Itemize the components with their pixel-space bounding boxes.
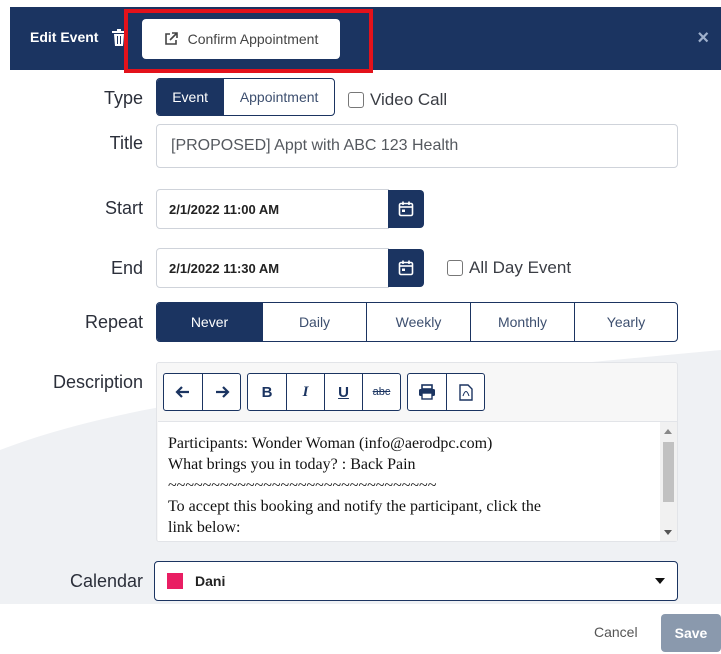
description-line: ~~~~~~~~~~~~~~~~~~~~~~~~~~~~~~~ — [168, 477, 437, 494]
end-date-input[interactable]: 2/1/2022 11:30 AM — [156, 248, 389, 288]
description-editor: B I U abc Participants: Wonder Woman (in… — [156, 362, 678, 542]
print-button[interactable] — [408, 374, 446, 410]
bold-button[interactable]: B — [248, 374, 286, 410]
repeat-option-yearly[interactable]: Yearly — [574, 303, 677, 341]
calendar-select[interactable]: Dani — [154, 561, 678, 601]
calendar-label: Calendar — [69, 571, 143, 591]
scroll-down-arrow-icon[interactable] — [664, 530, 672, 535]
video-call-label: Video Call — [370, 90, 448, 109]
redo-icon — [215, 386, 230, 398]
repeat-label: Repeat — [84, 312, 143, 332]
title-label: Title — [109, 133, 143, 153]
save-button[interactable]: Save — [661, 614, 721, 652]
description-line: What brings you in today? : Back Pain — [168, 456, 416, 473]
calendar-icon — [398, 260, 414, 276]
type-option-appointment[interactable]: Appointment — [223, 79, 334, 115]
type-option-event[interactable]: Event — [157, 79, 224, 115]
video-call-checkbox[interactable] — [348, 92, 364, 108]
cancel-button[interactable]: Cancel — [594, 624, 638, 640]
format-group: B I U abc — [247, 373, 401, 411]
history-group — [163, 373, 241, 411]
description-label: Description — [52, 372, 143, 392]
start-calendar-button[interactable] — [388, 190, 424, 228]
dialog-footer: Cancel Save — [10, 604, 721, 654]
all-day-checkbox[interactable] — [447, 260, 463, 276]
type-label: Type — [103, 88, 143, 108]
italic-button[interactable]: I — [286, 374, 324, 410]
close-icon[interactable]: × — [697, 27, 709, 50]
title-input[interactable]: [PROPOSED] Appt with ABC 123 Health — [156, 124, 678, 168]
dialog-title: Edit Event — [30, 29, 99, 45]
scroll-thumb[interactable] — [663, 442, 674, 502]
type-toggle: Event Appointment — [156, 78, 335, 116]
redo-button[interactable] — [202, 374, 240, 410]
chevron-down-icon — [655, 578, 665, 584]
all-day-label: All Day Event — [469, 258, 572, 277]
undo-icon — [175, 386, 189, 398]
repeat-option-weekly[interactable]: Weekly — [366, 303, 470, 341]
strikethrough-button[interactable]: abc — [362, 374, 400, 410]
start-date-input[interactable]: 2/1/2022 11:00 AM — [156, 189, 389, 229]
all-day-option[interactable]: All Day Event — [447, 258, 571, 278]
edit-event-form: Type Event Appointment Video Call Title … — [0, 0, 721, 654]
editor-toolbar: B I U abc — [163, 373, 485, 411]
description-scrollbar[interactable] — [660, 422, 677, 541]
repeat-option-daily[interactable]: Daily — [262, 303, 366, 341]
description-line: link below: — [168, 519, 241, 536]
calendar-color-swatch — [167, 573, 183, 589]
pdf-icon — [458, 383, 473, 401]
calendar-icon — [398, 201, 414, 217]
calendar-value: Dani — [195, 573, 226, 589]
start-label: Start — [104, 198, 143, 218]
scroll-up-arrow-icon[interactable] — [664, 429, 672, 434]
undo-button[interactable] — [164, 374, 202, 410]
description-content[interactable]: Participants: Wonder Woman (info@aerodpc… — [158, 421, 677, 541]
end-label: End — [110, 258, 143, 278]
repeat-option-never[interactable]: Never — [157, 303, 262, 341]
video-call-option[interactable]: Video Call — [348, 90, 447, 110]
print-icon — [419, 384, 435, 400]
repeat-toggle: Never Daily Weekly Monthly Yearly — [156, 302, 678, 342]
description-line: To accept this booking and notify the pa… — [168, 498, 541, 515]
end-calendar-button[interactable] — [388, 249, 424, 287]
pdf-button[interactable] — [446, 374, 484, 410]
annotation-highlight-box — [124, 9, 373, 73]
export-group — [407, 373, 485, 411]
repeat-option-monthly[interactable]: Monthly — [470, 303, 574, 341]
description-text[interactable]: Participants: Wonder Woman (info@aerodpc… — [168, 433, 648, 538]
underline-button[interactable]: U — [324, 374, 362, 410]
description-line: Participants: Wonder Woman (info@aerodpc… — [168, 435, 493, 452]
